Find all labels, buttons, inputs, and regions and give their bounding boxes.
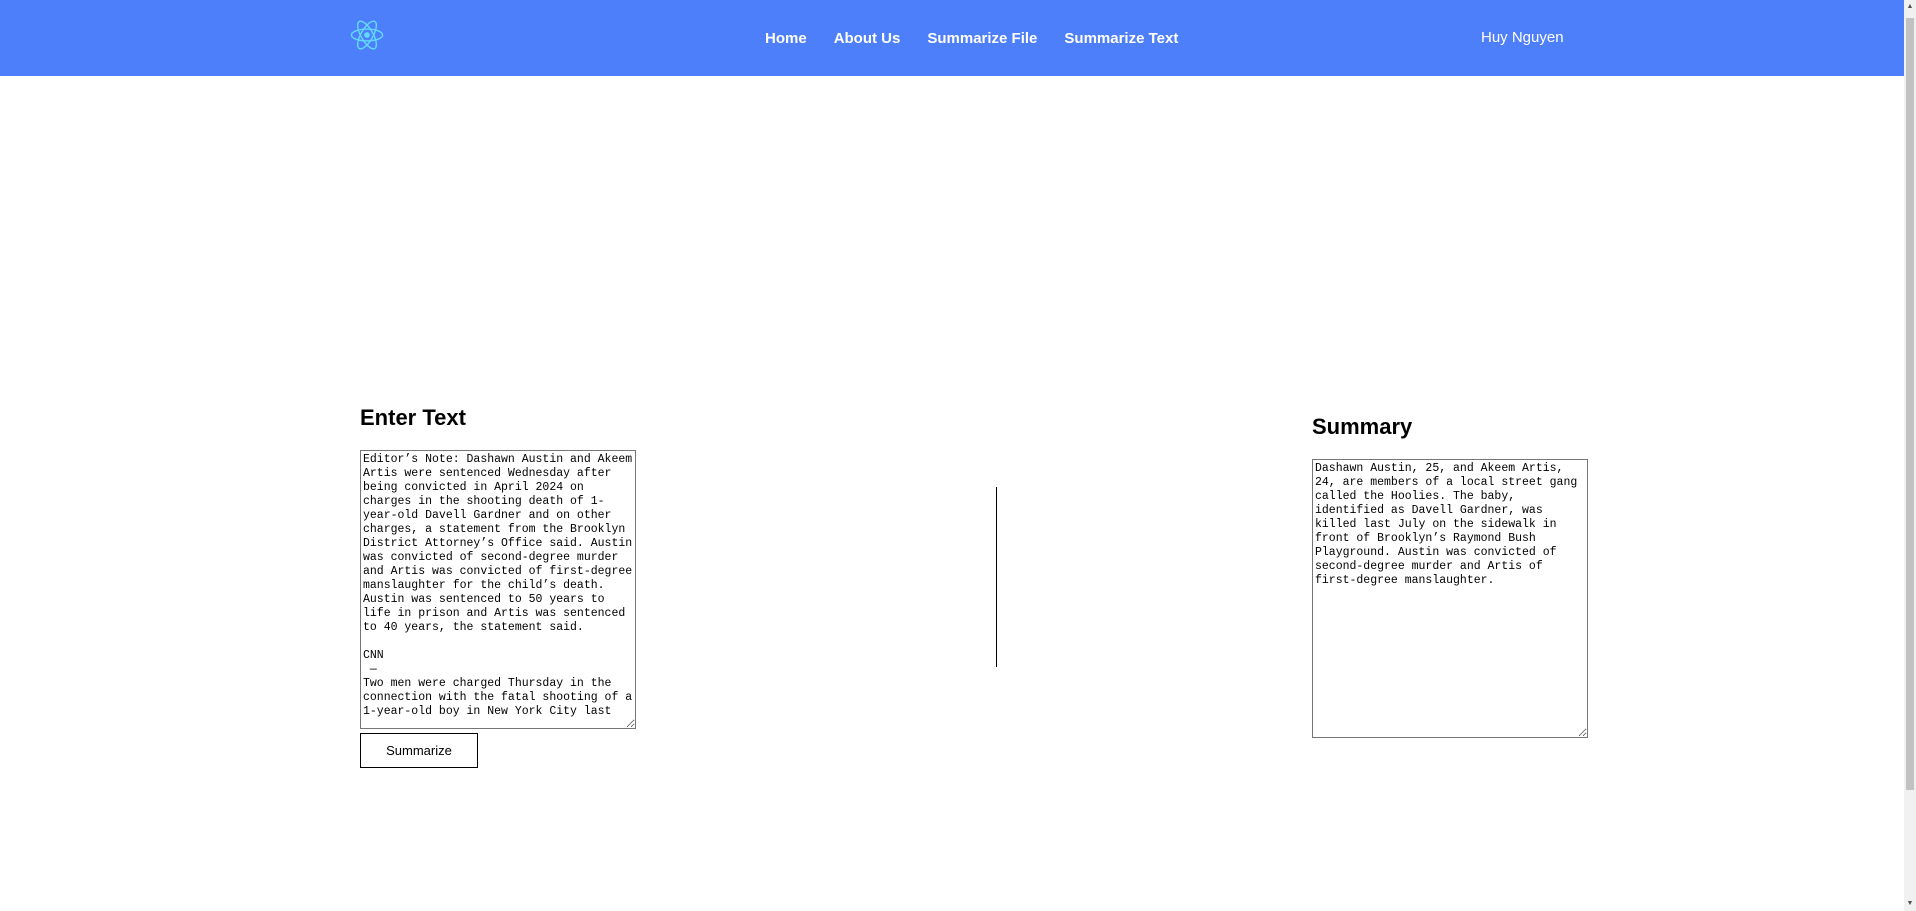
nav-link-summarize-file[interactable]: Summarize File xyxy=(927,30,1037,47)
scroll-down-arrow-icon[interactable]: ▼ xyxy=(1904,897,1916,911)
user-name[interactable]: Huy Nguyen xyxy=(1481,0,1564,76)
nav-link-about-us[interactable]: About Us xyxy=(834,30,901,47)
summarize-button[interactable]: Summarize xyxy=(360,733,478,768)
summary-textarea[interactable]: Dashawn Austin, 25, and Akeem Artis, 24,… xyxy=(1312,459,1588,738)
react-atom-icon[interactable] xyxy=(350,18,384,52)
scroll-up-arrow-icon[interactable]: ▲ xyxy=(1904,0,1916,14)
section-divider xyxy=(996,487,997,667)
input-textarea[interactable]: Editor’s Note: Dashawn Austin and Akeem … xyxy=(360,450,636,729)
page-scrollbar[interactable]: ▲ ▼ xyxy=(1904,0,1916,911)
summary-heading: Summary xyxy=(1312,414,1413,439)
scrollbar-thumb[interactable] xyxy=(1906,18,1914,790)
nav-link-summarize-text[interactable]: Summarize Text xyxy=(1064,30,1178,47)
top-navbar: Home About Us Summarize File Summarize T… xyxy=(0,0,1904,76)
nav-links: Home About Us Summarize File Summarize T… xyxy=(765,0,1205,76)
enter-text-heading: Enter Text xyxy=(360,405,466,430)
nav-link-home[interactable]: Home xyxy=(765,30,807,47)
